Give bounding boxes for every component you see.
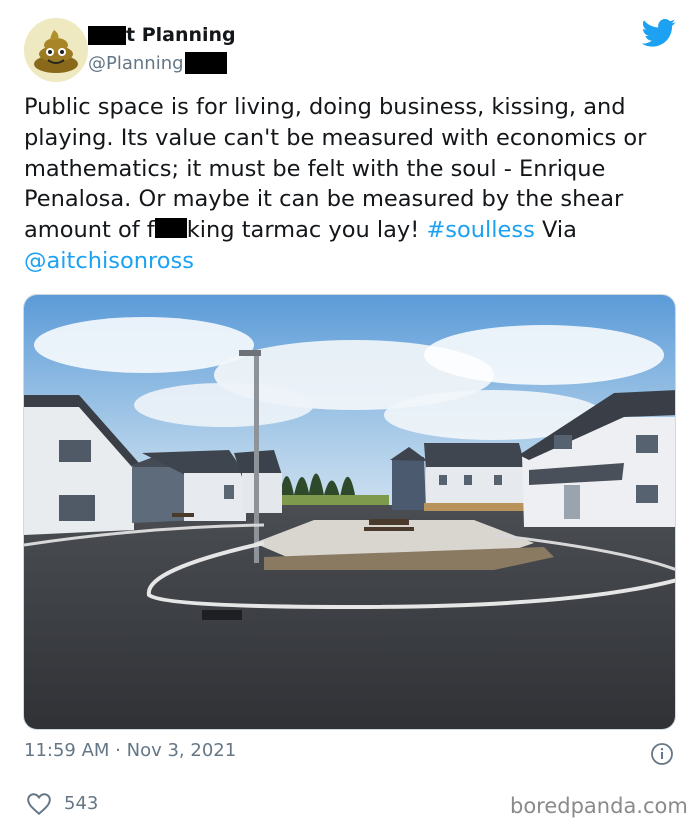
tweet-timestamp[interactable]: 11:59 AM · Nov 3, 2021 <box>24 740 236 761</box>
watermark: boredpanda.com <box>510 794 688 818</box>
heart-icon[interactable] <box>26 792 52 816</box>
display-name[interactable]: t Planning <box>88 22 236 48</box>
redaction-bar <box>154 218 187 239</box>
mention-link[interactable]: @aitchisonross <box>24 248 194 274</box>
poop-emoji-icon <box>24 18 88 82</box>
tweet-time: 11:59 AM <box>24 740 110 761</box>
redaction-bar <box>88 25 126 45</box>
tweet-date: Nov 3, 2021 <box>126 740 237 761</box>
tweet-text-part: Via <box>534 217 577 244</box>
tweet-text: Public space is for living, doing busine… <box>24 92 684 277</box>
timestamp-separator: · <box>109 740 127 761</box>
tweet-photo[interactable] <box>23 294 676 730</box>
display-name-text: t Planning <box>126 24 236 46</box>
user-handle-text: @Planning <box>88 52 184 74</box>
redaction-bar <box>184 52 227 74</box>
twitter-bird-icon[interactable] <box>642 18 676 48</box>
user-handle[interactable]: @Planning <box>88 51 227 75</box>
tweet-text-part: king tarmac you lay! <box>186 217 427 244</box>
like-count: 543 <box>64 793 99 814</box>
hashtag-link[interactable]: #soulless <box>426 217 534 243</box>
info-icon[interactable] <box>650 742 674 766</box>
avatar[interactable] <box>24 18 88 82</box>
housing-estate-photo <box>24 295 675 729</box>
